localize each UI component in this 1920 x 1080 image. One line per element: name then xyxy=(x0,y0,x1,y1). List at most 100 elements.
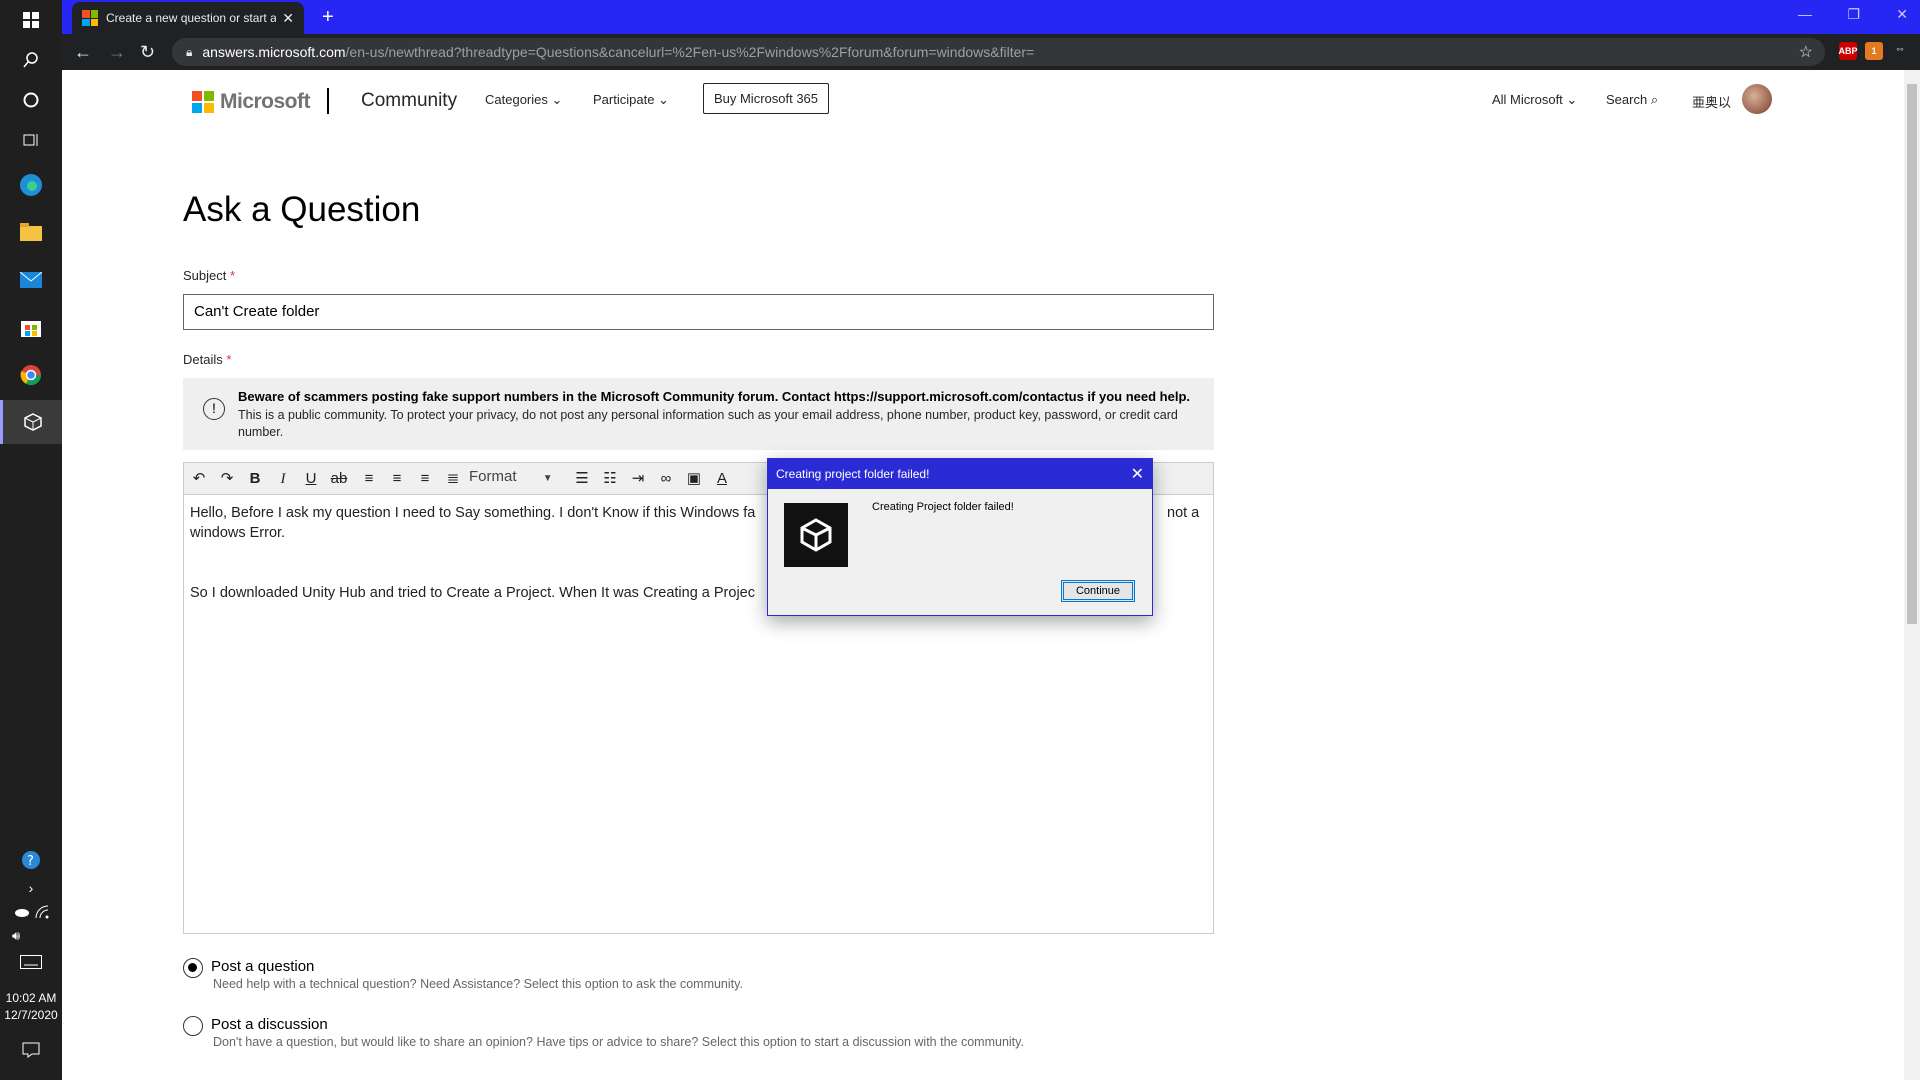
search-button[interactable]: Search ⌕ xyxy=(1606,92,1658,108)
tab-close-icon[interactable]: ✕ xyxy=(282,10,294,27)
microsoft-favicon-icon xyxy=(82,10,98,26)
participate-menu[interactable]: Participate ⌄ xyxy=(593,92,669,108)
redo-icon[interactable]: ↷ xyxy=(214,466,240,492)
categories-menu[interactable]: Categories ⌄ xyxy=(485,92,562,108)
indent-icon[interactable]: ⇥ xyxy=(625,466,651,492)
format-label: Format xyxy=(469,468,517,485)
unity-hub-taskbar-icon[interactable] xyxy=(0,400,62,444)
justify-icon[interactable]: ≣ xyxy=(440,466,466,492)
dropdown-arrow-icon: ▼ xyxy=(542,473,553,484)
keyboard-icon[interactable] xyxy=(0,942,62,982)
bookmark-star-icon[interactable]: ☆ xyxy=(1799,42,1813,62)
forward-icon[interactable]: → xyxy=(108,42,126,63)
continue-button[interactable]: Continue xyxy=(1061,580,1135,602)
buy-microsoft-365-button[interactable]: Buy Microsoft 365 xyxy=(703,83,829,114)
browser-toolbar: ← → ↻ 🔒︎ answers.microsoft.com /en-us/ne… xyxy=(62,34,1920,70)
header-divider xyxy=(327,88,329,114)
brand-name: Microsoft xyxy=(220,90,311,113)
community-link[interactable]: Community xyxy=(361,90,457,112)
dialog-close-icon[interactable]: ✕ xyxy=(1131,464,1144,484)
align-left-icon[interactable]: ≡ xyxy=(356,466,382,492)
extension-icon[interactable]: 1 xyxy=(1865,42,1883,60)
clock-time: 10:02 AM xyxy=(5,991,57,1005)
bulleted-list-icon[interactable]: ☰ xyxy=(569,466,595,492)
italic-icon[interactable]: I xyxy=(270,466,296,492)
required-asterisk: * xyxy=(226,352,232,367)
participate-label: Participate xyxy=(593,92,655,107)
svg-text:?: ? xyxy=(27,854,34,869)
image-icon[interactable]: ▣ xyxy=(681,466,707,492)
post-question-radio[interactable] xyxy=(183,958,203,978)
details-label-text: Details xyxy=(183,352,223,367)
back-icon[interactable]: ← xyxy=(74,42,92,63)
strikethrough-icon[interactable]: ab xyxy=(326,466,352,492)
font-color-icon[interactable]: A xyxy=(709,466,735,492)
bold-icon[interactable]: B xyxy=(242,466,268,492)
link-icon[interactable]: ∞ xyxy=(653,466,679,492)
cortana-icon[interactable] xyxy=(0,80,62,120)
browser-tab[interactable]: Create a new question or start a ✕ xyxy=(72,2,304,34)
categories-label: Categories xyxy=(485,92,548,107)
all-microsoft-label: All Microsoft xyxy=(1492,92,1563,107)
search-icon: ⌕ xyxy=(1650,92,1659,107)
undo-icon[interactable]: ↶ xyxy=(186,466,212,492)
task-view-icon[interactable] xyxy=(0,120,62,160)
dialog-title: Creating project folder failed! xyxy=(768,459,1152,489)
restore-icon[interactable]: ❐ xyxy=(1847,6,1860,23)
all-microsoft-menu[interactable]: All Microsoft ⌄ xyxy=(1492,92,1577,108)
address-bar[interactable]: 🔒︎ answers.microsoft.com /en-us/newthrea… xyxy=(172,38,1825,66)
chevron-down-icon: ⌄ xyxy=(658,92,669,107)
notice-body: This is a public community. To protect y… xyxy=(238,408,1178,439)
site-header: Microsoft Community Categories ⌄ Partici… xyxy=(62,70,1904,130)
notifications-icon[interactable] xyxy=(0,1030,62,1070)
windows-start-icon[interactable] xyxy=(0,0,62,40)
format-dropdown[interactable]: Format ▼ xyxy=(469,468,554,490)
post-discussion-description: Don't have a question, but would like to… xyxy=(213,1035,1024,1049)
store-icon[interactable] xyxy=(0,307,62,347)
taskbar-clock[interactable]: 10:02 AM 12/7/2020 xyxy=(0,990,62,1024)
chrome-icon[interactable] xyxy=(0,355,62,395)
file-explorer-icon[interactable] xyxy=(0,212,62,252)
post-question-description: Need help with a technical question? Nee… xyxy=(213,977,743,991)
browser-tabstrip: Create a new question or start a ✕ + — ❐… xyxy=(62,0,1920,34)
search-icon[interactable] xyxy=(0,40,62,80)
new-tab-button[interactable]: + xyxy=(322,6,334,29)
subject-label-text: Subject xyxy=(183,268,227,283)
adblock-icon[interactable]: ABP xyxy=(1839,42,1858,60)
error-dialog: Creating project folder failed! ✕ Creati… xyxy=(767,458,1153,616)
numbered-list-icon[interactable]: ☷ xyxy=(597,466,623,492)
unity-logo-icon xyxy=(784,503,848,567)
underline-icon[interactable]: U xyxy=(298,466,324,492)
post-discussion-label[interactable]: Post a discussion xyxy=(211,1016,328,1033)
url-path: /en-us/newthread?threadtype=Questions&ca… xyxy=(345,44,1035,60)
user-name[interactable]: 亜奥以 xyxy=(1692,92,1731,111)
url-host: answers.microsoft.com xyxy=(202,44,346,60)
mail-icon[interactable] xyxy=(0,260,62,300)
window-close-icon[interactable]: ✕ xyxy=(1896,6,1908,23)
tab-title: Create a new question or start a xyxy=(106,11,277,25)
align-right-icon[interactable]: ≡ xyxy=(412,466,438,492)
post-question-label[interactable]: Post a question xyxy=(211,958,314,975)
page-scrollbar[interactable] xyxy=(1904,70,1920,1080)
page-title: Ask a Question xyxy=(183,190,421,229)
subject-label: Subject * xyxy=(183,268,235,283)
scrollbar-thumb[interactable] xyxy=(1907,84,1917,624)
lock-icon: 🔒︎ xyxy=(186,44,193,59)
notice-heading: Beware of scammers posting fake support … xyxy=(238,389,1190,404)
microsoft-logo-icon xyxy=(192,91,214,113)
minimize-icon[interactable]: — xyxy=(1798,6,1812,22)
windows-taskbar: ? › 🔊︎ 10:02 AM 12/7/2020 xyxy=(0,0,62,1080)
editor-line-1-tail: not a xyxy=(1167,505,1200,521)
post-discussion-radio[interactable] xyxy=(183,1016,203,1036)
reload-icon[interactable]: ↻ xyxy=(140,42,155,63)
edge-icon[interactable] xyxy=(0,165,62,205)
align-center-icon[interactable]: ≡ xyxy=(384,466,410,492)
required-asterisk: * xyxy=(230,268,236,283)
avatar[interactable] xyxy=(1742,84,1772,114)
microsoft-logo[interactable]: Microsoft xyxy=(192,90,311,114)
chevron-down-icon: ⌄ xyxy=(551,92,563,107)
clock-date: 12/7/2020 xyxy=(4,1008,58,1022)
subject-input[interactable]: Can't Create folder xyxy=(183,294,1214,330)
details-label: Details * xyxy=(183,352,231,367)
extension-icon[interactable]: °° xyxy=(1891,42,1909,60)
